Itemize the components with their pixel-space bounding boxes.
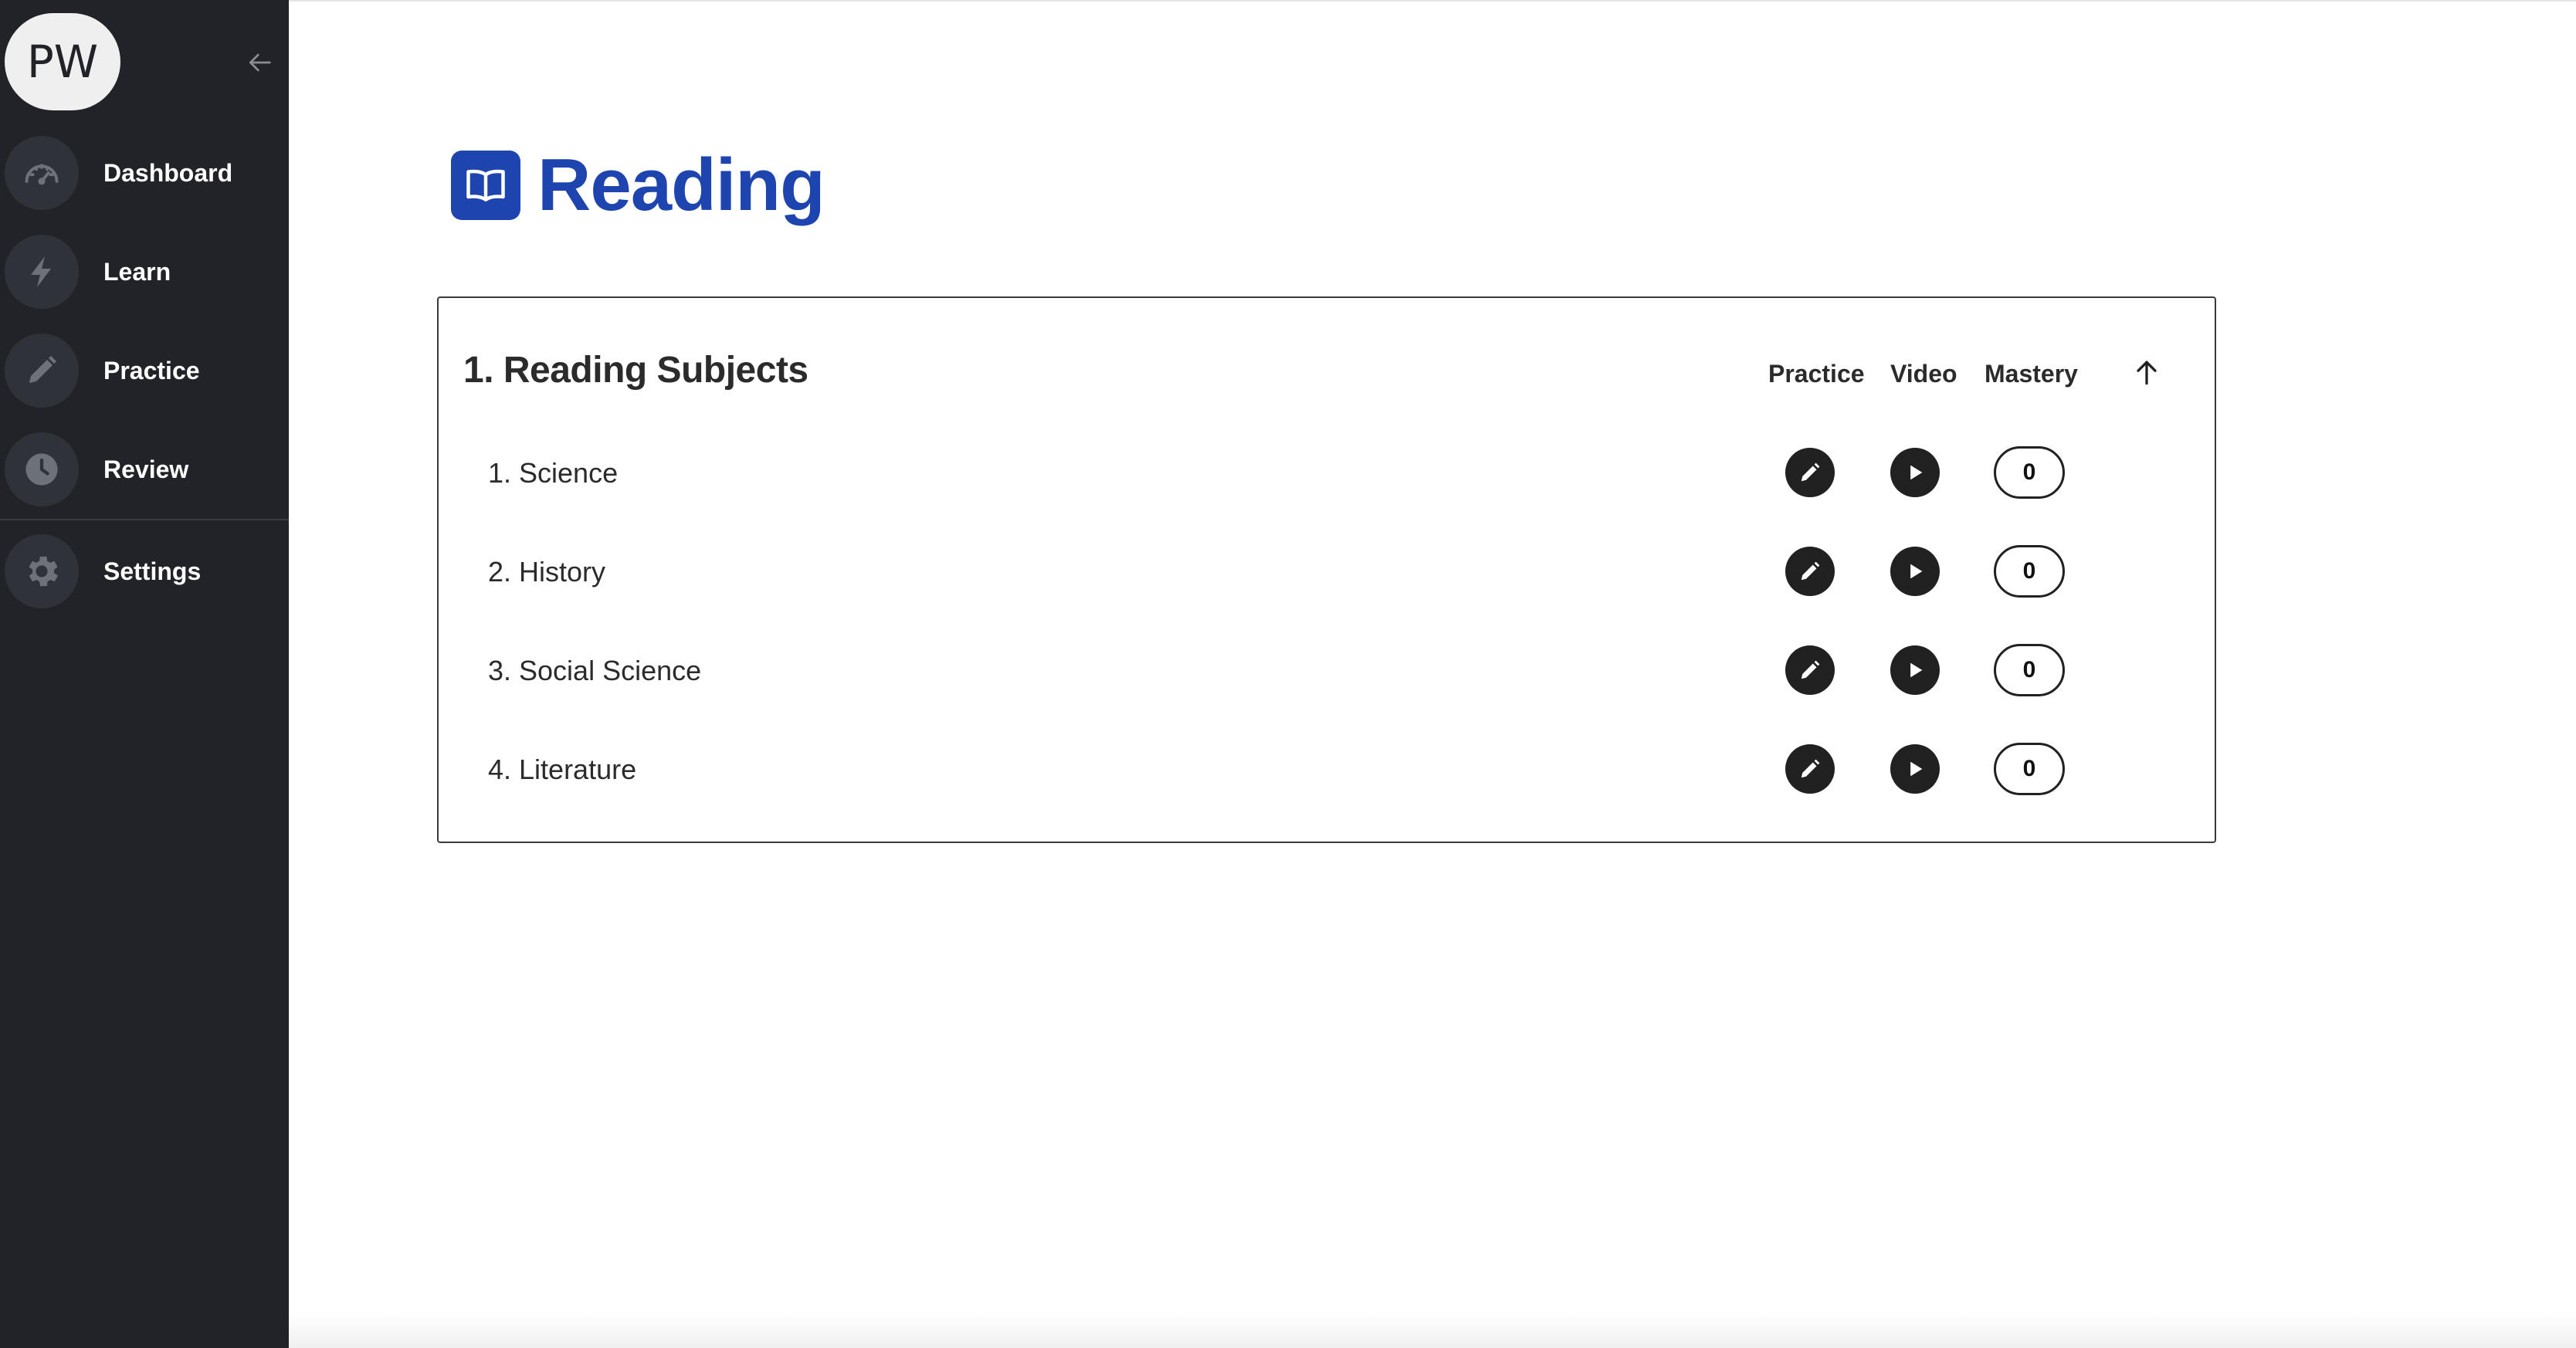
subjects-card: 1. Reading Subjects Practice Video Maste… xyxy=(437,296,2216,843)
book-icon xyxy=(451,151,520,220)
table-row: 1. Science 0 xyxy=(439,432,2215,510)
main-top-border xyxy=(289,0,2576,2)
gear-icon xyxy=(5,534,79,608)
section-title: 1. Reading Subjects xyxy=(463,350,808,391)
subject-link-science[interactable]: 1. Science xyxy=(488,457,618,489)
pencil-icon xyxy=(5,334,79,408)
page-header: Reading xyxy=(451,144,825,227)
sidebar-item-review[interactable]: Review xyxy=(0,431,289,508)
sidebar-item-practice[interactable]: Practice xyxy=(0,332,289,409)
subject-link-literature[interactable]: 4. Literature xyxy=(488,754,636,786)
mastery-badge: 0 xyxy=(1994,545,2065,598)
collapse-sidebar-button[interactable] xyxy=(242,45,277,80)
practice-button[interactable] xyxy=(1785,547,1835,596)
sidebar: PW Dashboard Learn Practice Review Setti… xyxy=(0,0,289,1348)
clock-icon xyxy=(5,432,79,506)
pencil-icon xyxy=(1801,561,1820,581)
pencil-icon xyxy=(1801,660,1820,679)
mastery-badge: 0 xyxy=(1994,446,2065,499)
practice-button[interactable] xyxy=(1785,645,1835,695)
subject-link-social-science[interactable]: 3. Social Science xyxy=(488,655,701,687)
sidebar-item-label: Settings xyxy=(103,557,202,585)
column-header-mastery: Mastery xyxy=(1985,360,2078,388)
sidebar-item-learn[interactable]: Learn xyxy=(0,233,289,310)
table-row: 2. History 0 xyxy=(439,531,2215,608)
mastery-badge: 0 xyxy=(1994,743,2065,795)
sidebar-item-label: Dashboard xyxy=(103,158,233,187)
pencil-icon xyxy=(1801,759,1820,778)
avatar[interactable]: PW xyxy=(5,13,120,110)
sidebar-item-dashboard[interactable]: Dashboard xyxy=(0,134,289,212)
video-play-button[interactable] xyxy=(1890,645,1940,695)
sidebar-item-label: Practice xyxy=(103,356,200,384)
video-play-button[interactable] xyxy=(1890,744,1940,794)
play-icon xyxy=(1910,662,1923,678)
play-icon xyxy=(1910,564,1923,579)
play-icon xyxy=(1910,465,1923,480)
table-row: 3. Social Science 0 xyxy=(439,630,2215,707)
sidebar-item-label: Review xyxy=(103,455,189,483)
play-icon xyxy=(1910,761,1923,777)
table-row: 4. Literature 0 xyxy=(439,729,2215,806)
subject-link-history[interactable]: 2. History xyxy=(488,556,605,588)
bottom-shadow xyxy=(289,1312,2576,1348)
speedometer-icon xyxy=(5,136,79,210)
column-header-video: Video xyxy=(1890,360,1957,388)
sidebar-item-settings[interactable]: Settings xyxy=(0,533,289,610)
page-title: Reading xyxy=(537,144,825,226)
sidebar-divider xyxy=(0,519,289,520)
video-play-button[interactable] xyxy=(1890,547,1940,596)
sidebar-item-label: Learn xyxy=(103,257,171,286)
lightning-icon xyxy=(5,235,79,309)
sort-button[interactable] xyxy=(2125,351,2168,394)
mastery-badge: 0 xyxy=(1994,644,2065,696)
app-root: PW Dashboard Learn Practice Review Setti… xyxy=(0,0,2576,1348)
arrow-left-icon xyxy=(249,53,271,72)
practice-button[interactable] xyxy=(1785,744,1835,794)
arrow-up-icon xyxy=(2137,361,2157,385)
column-header-practice: Practice xyxy=(1768,360,1865,388)
pencil-icon xyxy=(1801,462,1820,482)
practice-button[interactable] xyxy=(1785,448,1835,497)
video-play-button[interactable] xyxy=(1890,448,1940,497)
